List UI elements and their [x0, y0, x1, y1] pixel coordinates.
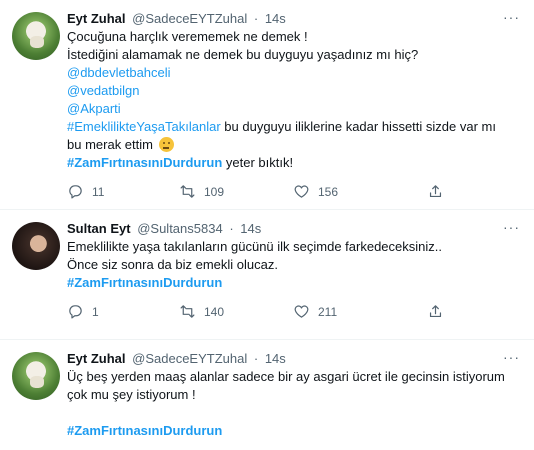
more-horizontal-icon[interactable]: ···	[503, 350, 520, 364]
avatar[interactable]	[12, 222, 60, 270]
avatar[interactable]	[12, 352, 60, 400]
share-button[interactable]	[427, 183, 444, 200]
separator-dot: ·	[253, 11, 259, 26]
author-handle[interactable]: @SadeceEYTZuhal	[132, 351, 247, 366]
timestamp[interactable]: 14s	[265, 351, 286, 366]
reply-button[interactable]: 11	[67, 183, 104, 200]
share-icon	[429, 305, 442, 318]
tweet[interactable]: Eyt Zuhal @SadeceEYTZuhal · 14s ··· Çocu…	[0, 0, 534, 210]
share-button[interactable]	[427, 303, 444, 320]
hashtag-link[interactable]: #ZamFırtınasınıDurdurun	[67, 423, 222, 438]
hashtag-link[interactable]: #ZamFırtınasınıDurdurun	[67, 275, 222, 290]
author-name[interactable]: Eyt Zuhal	[67, 351, 126, 366]
text-line: İstediğini alamamak ne demek bu duyguyu …	[67, 47, 419, 62]
retweet-icon	[180, 185, 195, 198]
tweet[interactable]: Sultan Eyt @Sultans5834 · 14s ··· Emekli…	[0, 210, 534, 340]
more-horizontal-icon[interactable]: ···	[503, 10, 520, 24]
text-line: Çocuğuna harçlık verememek ne demek !	[67, 29, 308, 44]
reply-count: 1	[92, 304, 99, 319]
text-line: çok mu şey istiyorum !	[67, 387, 196, 402]
tweet-text: Emeklilikte yaşa takılanların gücünü ilk…	[67, 238, 522, 292]
hashtag-link[interactable]: #ZamFırtınasınıDurdurun	[67, 155, 222, 170]
retweet-count: 109	[204, 184, 225, 199]
reply-button[interactable]: 1	[67, 303, 99, 320]
reply-icon	[69, 305, 82, 319]
like-count: 211	[318, 304, 338, 319]
author-name[interactable]: Eyt Zuhal	[67, 11, 126, 26]
mention-link[interactable]: @Akparti	[67, 101, 121, 116]
mention-link[interactable]: @vedatbilgn	[67, 83, 139, 98]
reply-icon	[69, 185, 82, 199]
tweet-actions: 11 109 156	[67, 172, 522, 212]
separator-dot: ·	[253, 351, 259, 366]
retweet-button[interactable]: 140	[179, 303, 224, 320]
tweet-text: Üç beş yerden maaş alanlar sadece bir ay…	[67, 368, 522, 440]
reply-count: 11	[92, 184, 105, 199]
thinking-face-emoji	[158, 137, 174, 152]
text-fragment: bu duyguyu iliklerine kadar hissetti siz…	[220, 119, 496, 134]
like-count: 156	[318, 184, 339, 199]
author-handle[interactable]: @Sultans5834	[137, 221, 222, 236]
author-name[interactable]: Sultan Eyt	[67, 221, 131, 236]
retweet-button[interactable]: 109	[179, 183, 224, 200]
tweet-text: Çocuğuna harçlık verememek ne demek ! İs…	[67, 28, 522, 172]
text-line: Üç beş yerden maaş alanlar sadece bir ay…	[67, 369, 505, 384]
hashtag-link[interactable]: #EmeklilikteYaşaTakılanlar	[67, 119, 221, 134]
avatar[interactable]	[12, 12, 60, 60]
tweet-header: Eyt Zuhal @SadeceEYTZuhal · 14s	[67, 350, 522, 368]
retweet-icon	[180, 305, 195, 318]
text-line: Emeklilikte yaşa takılanların gücünü ilk…	[67, 239, 443, 254]
more-horizontal-icon[interactable]: ···	[503, 220, 520, 234]
tweet-header: Eyt Zuhal @SadeceEYTZuhal · 14s	[67, 10, 522, 28]
retweet-count: 140	[204, 304, 225, 319]
text-fragment: yeter bıktık!	[222, 155, 294, 170]
share-icon	[429, 185, 442, 198]
text-line: Önce siz sonra da biz emekli olucaz.	[67, 257, 278, 272]
like-button[interactable]: 211	[293, 303, 337, 320]
heart-icon	[294, 305, 309, 318]
like-button[interactable]: 156	[293, 183, 338, 200]
tweet-actions: 1 140 211	[67, 292, 522, 332]
separator-dot: ·	[229, 221, 234, 236]
timestamp[interactable]: 14s	[240, 221, 261, 236]
text-fragment: bu merak ettim	[67, 137, 157, 152]
mention-link[interactable]: @dbdevletbahceli	[67, 65, 171, 80]
tweet[interactable]: Eyt Zuhal @SadeceEYTZuhal · 14s ··· Üç b…	[0, 340, 534, 450]
tweet-header: Sultan Eyt @Sultans5834 · 14s	[67, 220, 522, 238]
author-handle[interactable]: @SadeceEYTZuhal	[132, 11, 247, 26]
timestamp[interactable]: 14s	[265, 11, 286, 26]
heart-icon	[294, 185, 309, 198]
